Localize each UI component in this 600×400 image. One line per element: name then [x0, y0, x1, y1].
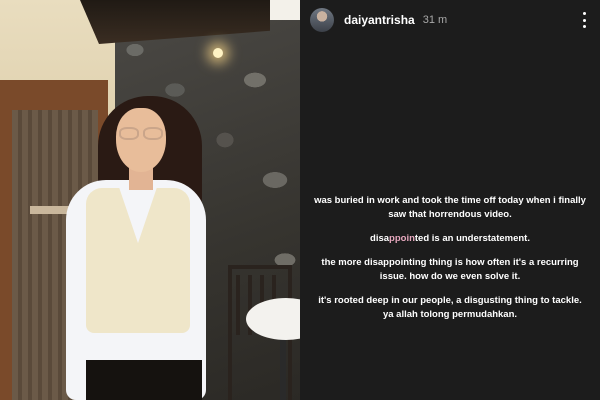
highlighted-text: ppoin: [389, 233, 415, 244]
caption-paragraph: disappointed is an understatement.: [314, 232, 586, 246]
black-skirt: [86, 360, 202, 400]
caption-text: ted is an understatement.: [414, 233, 530, 244]
table-leg: [280, 330, 286, 400]
story-caption: was buried in work and took the time off…: [314, 194, 586, 332]
more-vertical-icon[interactable]: [578, 11, 590, 29]
caption-paragraph: the more disappointing thing is how ofte…: [321, 257, 579, 282]
wall-lamp: [213, 48, 223, 58]
story-photo: [0, 0, 300, 400]
timestamp: 31 m: [422, 14, 448, 26]
profile-avatar[interactable]: [310, 8, 334, 32]
caption-text: disa: [370, 233, 390, 244]
story-header: daiyantrisha 31 m: [310, 6, 590, 34]
glasses: [116, 127, 166, 141]
caption-paragraph: was buried in work and took the time off…: [314, 195, 586, 220]
caption-paragraph: it's rooted deep in our people, a disgus…: [318, 295, 582, 320]
story-panel: daiyantrisha 31 m was buried in work and…: [300, 0, 600, 400]
username[interactable]: daiyantrisha: [344, 13, 415, 27]
